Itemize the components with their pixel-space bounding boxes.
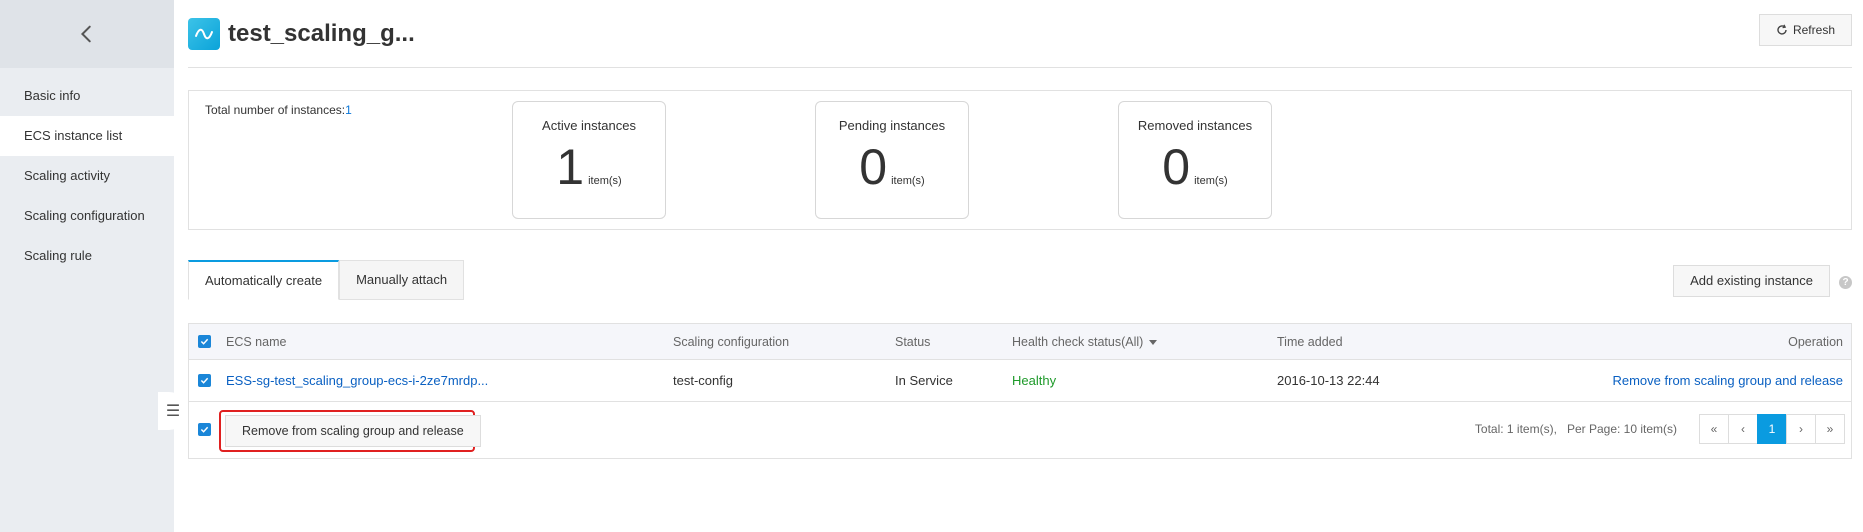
total-instances: Total number of instances:1 xyxy=(205,103,352,117)
main-content: test_scaling_g... Refresh Total number o… xyxy=(188,0,1852,532)
active-instances-card: Active instances 1 item(s) xyxy=(512,101,666,219)
instance-tabs: Automatically create Manually attach xyxy=(188,260,465,300)
row-checkbox[interactable] xyxy=(198,374,211,387)
health-column-label: Health check status(All) xyxy=(1012,334,1144,349)
remove-and-release-link[interactable]: Remove from scaling group and release xyxy=(1612,373,1843,388)
tab-automatically-create[interactable]: Automatically create xyxy=(188,260,340,300)
column-operation: Operation xyxy=(1788,334,1843,349)
next-page-button[interactable]: › xyxy=(1786,414,1816,444)
status-value: In Service xyxy=(895,373,953,388)
column-ecs-name: ECS name xyxy=(226,334,287,349)
prev-page-button[interactable]: ‹ xyxy=(1728,414,1758,444)
stat-title: Removed instances xyxy=(1137,118,1253,133)
sidebar-item-ecs-instance-list[interactable]: ECS instance list xyxy=(0,116,174,156)
stat-value: 0 xyxy=(1162,139,1191,195)
help-icon[interactable]: ? xyxy=(1839,276,1852,289)
column-scaling-configuration: Scaling configuration xyxy=(673,334,790,349)
stat-value: 1 xyxy=(556,139,585,195)
page-header: test_scaling_g... Refresh xyxy=(188,0,1852,68)
table-row: ESS-sg-test_scaling_group-ecs-i-2ze7mrdp… xyxy=(189,360,1851,402)
pagination-summary: Total: 1 item(s), Per Page: 10 item(s) xyxy=(1475,422,1677,436)
table-footer: Remove from scaling group and release To… xyxy=(189,402,1851,458)
scaling-group-logo-icon xyxy=(188,17,220,50)
stat-unit: item(s) xyxy=(588,175,622,187)
stat-value: 0 xyxy=(859,139,888,195)
footer-select-checkbox[interactable] xyxy=(198,423,211,436)
back-button[interactable] xyxy=(0,0,174,68)
sidebar-item-scaling-activity[interactable]: Scaling activity xyxy=(0,156,174,196)
table-header: ECS name Scaling configuration Status He… xyxy=(189,324,1851,360)
bulk-remove-button[interactable]: Remove from scaling group and release xyxy=(225,415,481,447)
refresh-icon xyxy=(1777,24,1787,35)
health-status-value: Healthy xyxy=(1012,373,1057,388)
sidebar-collapse-handle[interactable]: ☰ xyxy=(158,392,188,430)
ecs-name-link[interactable]: ESS-sg-test_scaling_group-ecs-i-2ze7mrdp… xyxy=(226,373,488,388)
check-icon xyxy=(200,338,209,345)
sidebar-item-basic-info[interactable]: Basic info xyxy=(0,76,174,116)
pagination: « ‹ 1 › » xyxy=(1699,414,1845,444)
chevron-left-icon xyxy=(80,25,91,43)
page-1-button[interactable]: 1 xyxy=(1757,414,1787,444)
check-icon xyxy=(200,426,209,433)
tab-manually-attach[interactable]: Manually attach xyxy=(339,260,465,300)
page-title: test_scaling_g... xyxy=(228,19,415,47)
stat-title: Pending instances xyxy=(838,118,946,133)
stat-title: Active instances xyxy=(542,118,636,133)
add-existing-instance-button[interactable]: Add existing instance xyxy=(1673,265,1830,297)
pending-instances-card: Pending instances 0 item(s) xyxy=(815,101,969,219)
stat-unit: item(s) xyxy=(891,175,925,187)
refresh-label: Refresh xyxy=(1792,23,1835,37)
last-page-button[interactable]: » xyxy=(1815,414,1845,444)
total-items-text: Total: 1 item(s), xyxy=(1474,422,1557,436)
sidebar: Basic info ECS instance list Scaling act… xyxy=(0,0,174,532)
total-instances-count: 1 xyxy=(345,103,352,117)
time-added-value: 2016-10-13 22:44 xyxy=(1277,373,1380,388)
refresh-button[interactable]: Refresh xyxy=(1758,14,1852,46)
removed-instances-card: Removed instances 0 item(s) xyxy=(1118,101,1272,219)
instance-table: ECS name Scaling configuration Status He… xyxy=(188,323,1852,459)
instance-summary-panel: Total number of instances:1 Active insta… xyxy=(188,90,1852,230)
check-icon xyxy=(200,377,209,384)
stat-unit: item(s) xyxy=(1194,175,1228,187)
sidebar-item-scaling-configuration[interactable]: Scaling configuration xyxy=(0,196,174,236)
sidebar-item-scaling-rule[interactable]: Scaling rule xyxy=(0,236,174,276)
column-time-added: Time added xyxy=(1277,334,1343,349)
column-status: Status xyxy=(895,334,931,349)
menu-icon: ☰ xyxy=(165,403,181,420)
select-all-checkbox[interactable] xyxy=(198,335,211,348)
first-page-button[interactable]: « xyxy=(1699,414,1729,444)
sidebar-nav: Basic info ECS instance list Scaling act… xyxy=(0,76,174,276)
scaling-config-value: test-config xyxy=(673,373,733,388)
total-instances-label: Total number of instances: xyxy=(205,103,346,117)
per-page-text: Per Page: 10 item(s) xyxy=(1566,422,1677,436)
column-health-check-status[interactable]: Health check status(All) xyxy=(1012,334,1158,349)
caret-down-icon xyxy=(1149,339,1158,345)
